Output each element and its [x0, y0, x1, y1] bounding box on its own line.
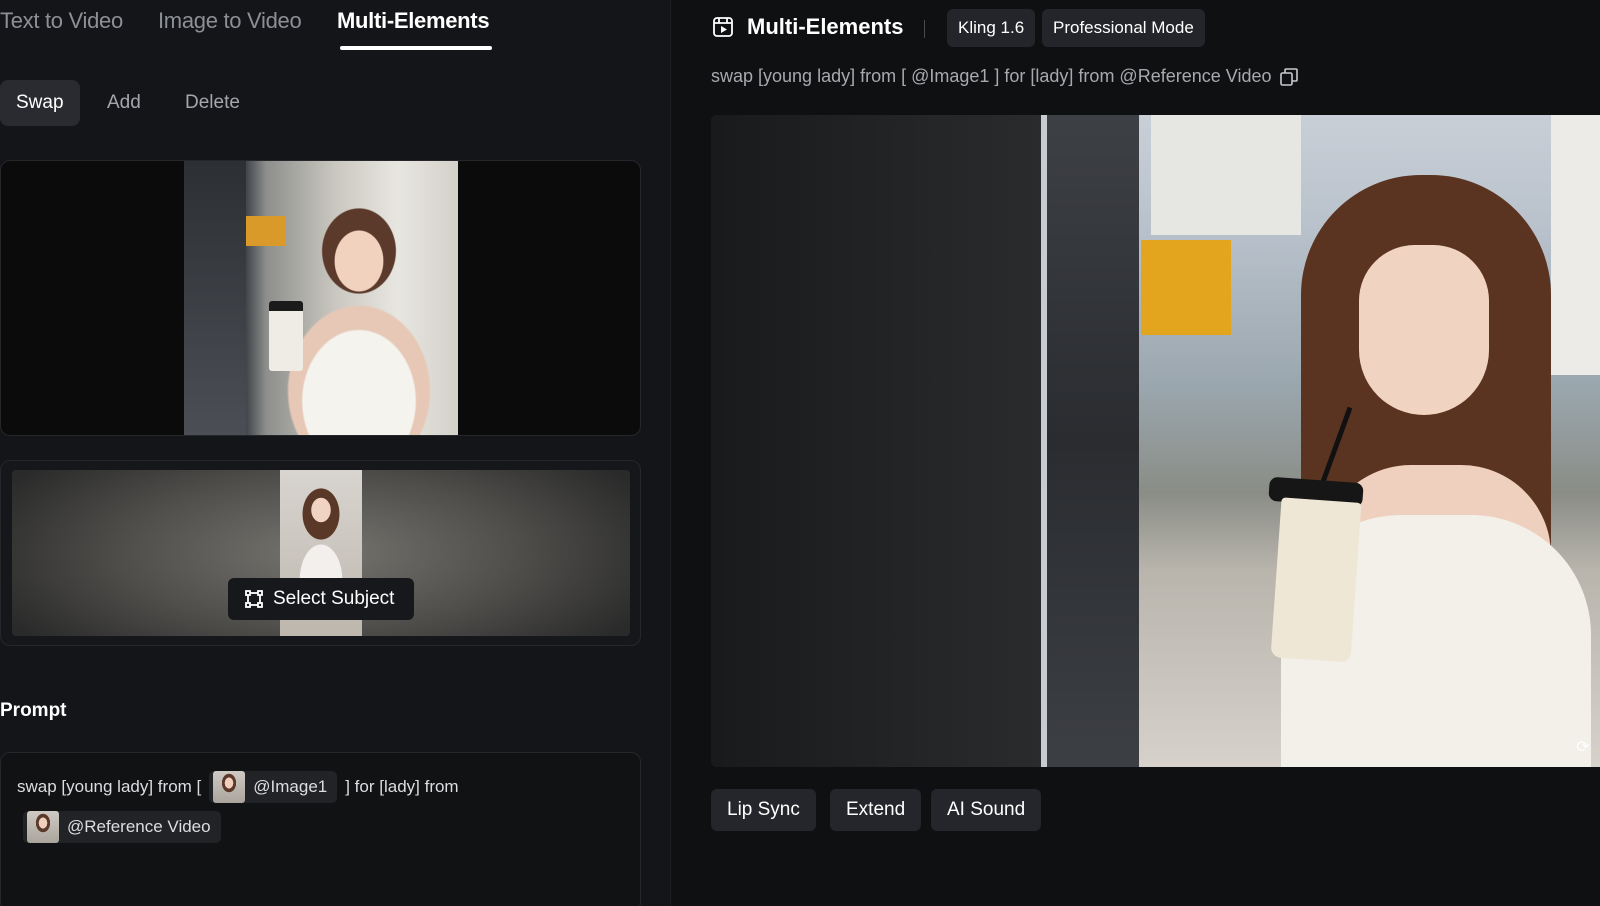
- result-panel: Multi-Elements Kling 1.6 Professional Mo…: [671, 0, 1600, 906]
- window-frame-shape: [184, 161, 246, 435]
- mode-badge: Professional Mode: [1042, 9, 1205, 47]
- subtab-delete[interactable]: Delete: [185, 80, 240, 126]
- prompt-heading: Prompt: [0, 700, 67, 721]
- mode-tabs: Text to Video Image to Video Multi-Eleme…: [0, 0, 670, 52]
- subtab-swap[interactable]: Swap: [0, 80, 80, 126]
- copy-icon[interactable]: [1279, 67, 1299, 87]
- subtab-add[interactable]: Add: [107, 80, 141, 126]
- tab-multi-elements[interactable]: Multi-Elements: [337, 8, 490, 34]
- extend-button[interactable]: Extend: [830, 789, 922, 831]
- prompt-input[interactable]: swap [young lady] from [ @Image1 ] for […: [0, 752, 641, 906]
- tab-text-to-video[interactable]: Text to Video: [0, 8, 123, 34]
- image1-chip[interactable]: @Image1: [209, 771, 338, 803]
- result-video[interactable]: ⟳: [711, 115, 1600, 767]
- video-window-glass: [1047, 115, 1139, 767]
- reference-video-frame: [184, 161, 458, 435]
- prompt-line-2: @Reference Video: [23, 811, 221, 843]
- active-tab-underline: [340, 46, 492, 50]
- ai-sound-button[interactable]: AI Sound: [931, 789, 1042, 831]
- tab-image-to-video[interactable]: Image to Video: [158, 8, 302, 34]
- prompt-text-part2: ] for [lady] from: [345, 777, 459, 796]
- result-prompt: swap [young lady] from [ @Image1 ] for […: [711, 66, 1299, 87]
- select-subject-label: Select Subject: [273, 588, 395, 609]
- prompt-text-part1: swap [young lady] from [: [17, 777, 202, 796]
- refresh-icon[interactable]: ⟳: [1574, 739, 1592, 757]
- model-badge: Kling 1.6: [947, 9, 1036, 47]
- video-cup-shape: [1270, 497, 1362, 663]
- reference-video-thumbnail: [27, 811, 59, 843]
- prompt-line-1: swap [young lady] from [ @Image1 ] for […: [17, 771, 459, 803]
- video-awning-shape: [1141, 240, 1231, 335]
- reference-video-chip[interactable]: @Reference Video: [23, 811, 221, 843]
- result-title: Multi-Elements: [747, 14, 904, 39]
- coffee-cup-shape: [269, 301, 303, 371]
- video-dark-wall: [711, 115, 1041, 767]
- select-subject-button[interactable]: Select Subject: [228, 578, 414, 620]
- video-face-shape: [1359, 245, 1489, 415]
- frame-select-icon: [245, 590, 263, 608]
- lip-sync-button[interactable]: Lip Sync: [711, 789, 816, 831]
- header-separator: [924, 20, 925, 38]
- left-panel: Text to Video Image to Video Multi-Eleme…: [0, 0, 670, 906]
- image1-thumbnail: [213, 771, 246, 803]
- result-header: Multi-Elements: [711, 14, 903, 40]
- video-building-shape: [1151, 115, 1301, 235]
- reference-video-preview[interactable]: [0, 160, 641, 436]
- image1-chip-label: @Image1: [253, 777, 328, 796]
- result-prompt-text: swap [young lady] from [ @Image1 ] for […: [711, 66, 1272, 86]
- reference-video-chip-label: @Reference Video: [67, 817, 211, 836]
- video-building-right-shape: [1551, 115, 1600, 375]
- film-icon: [713, 17, 733, 37]
